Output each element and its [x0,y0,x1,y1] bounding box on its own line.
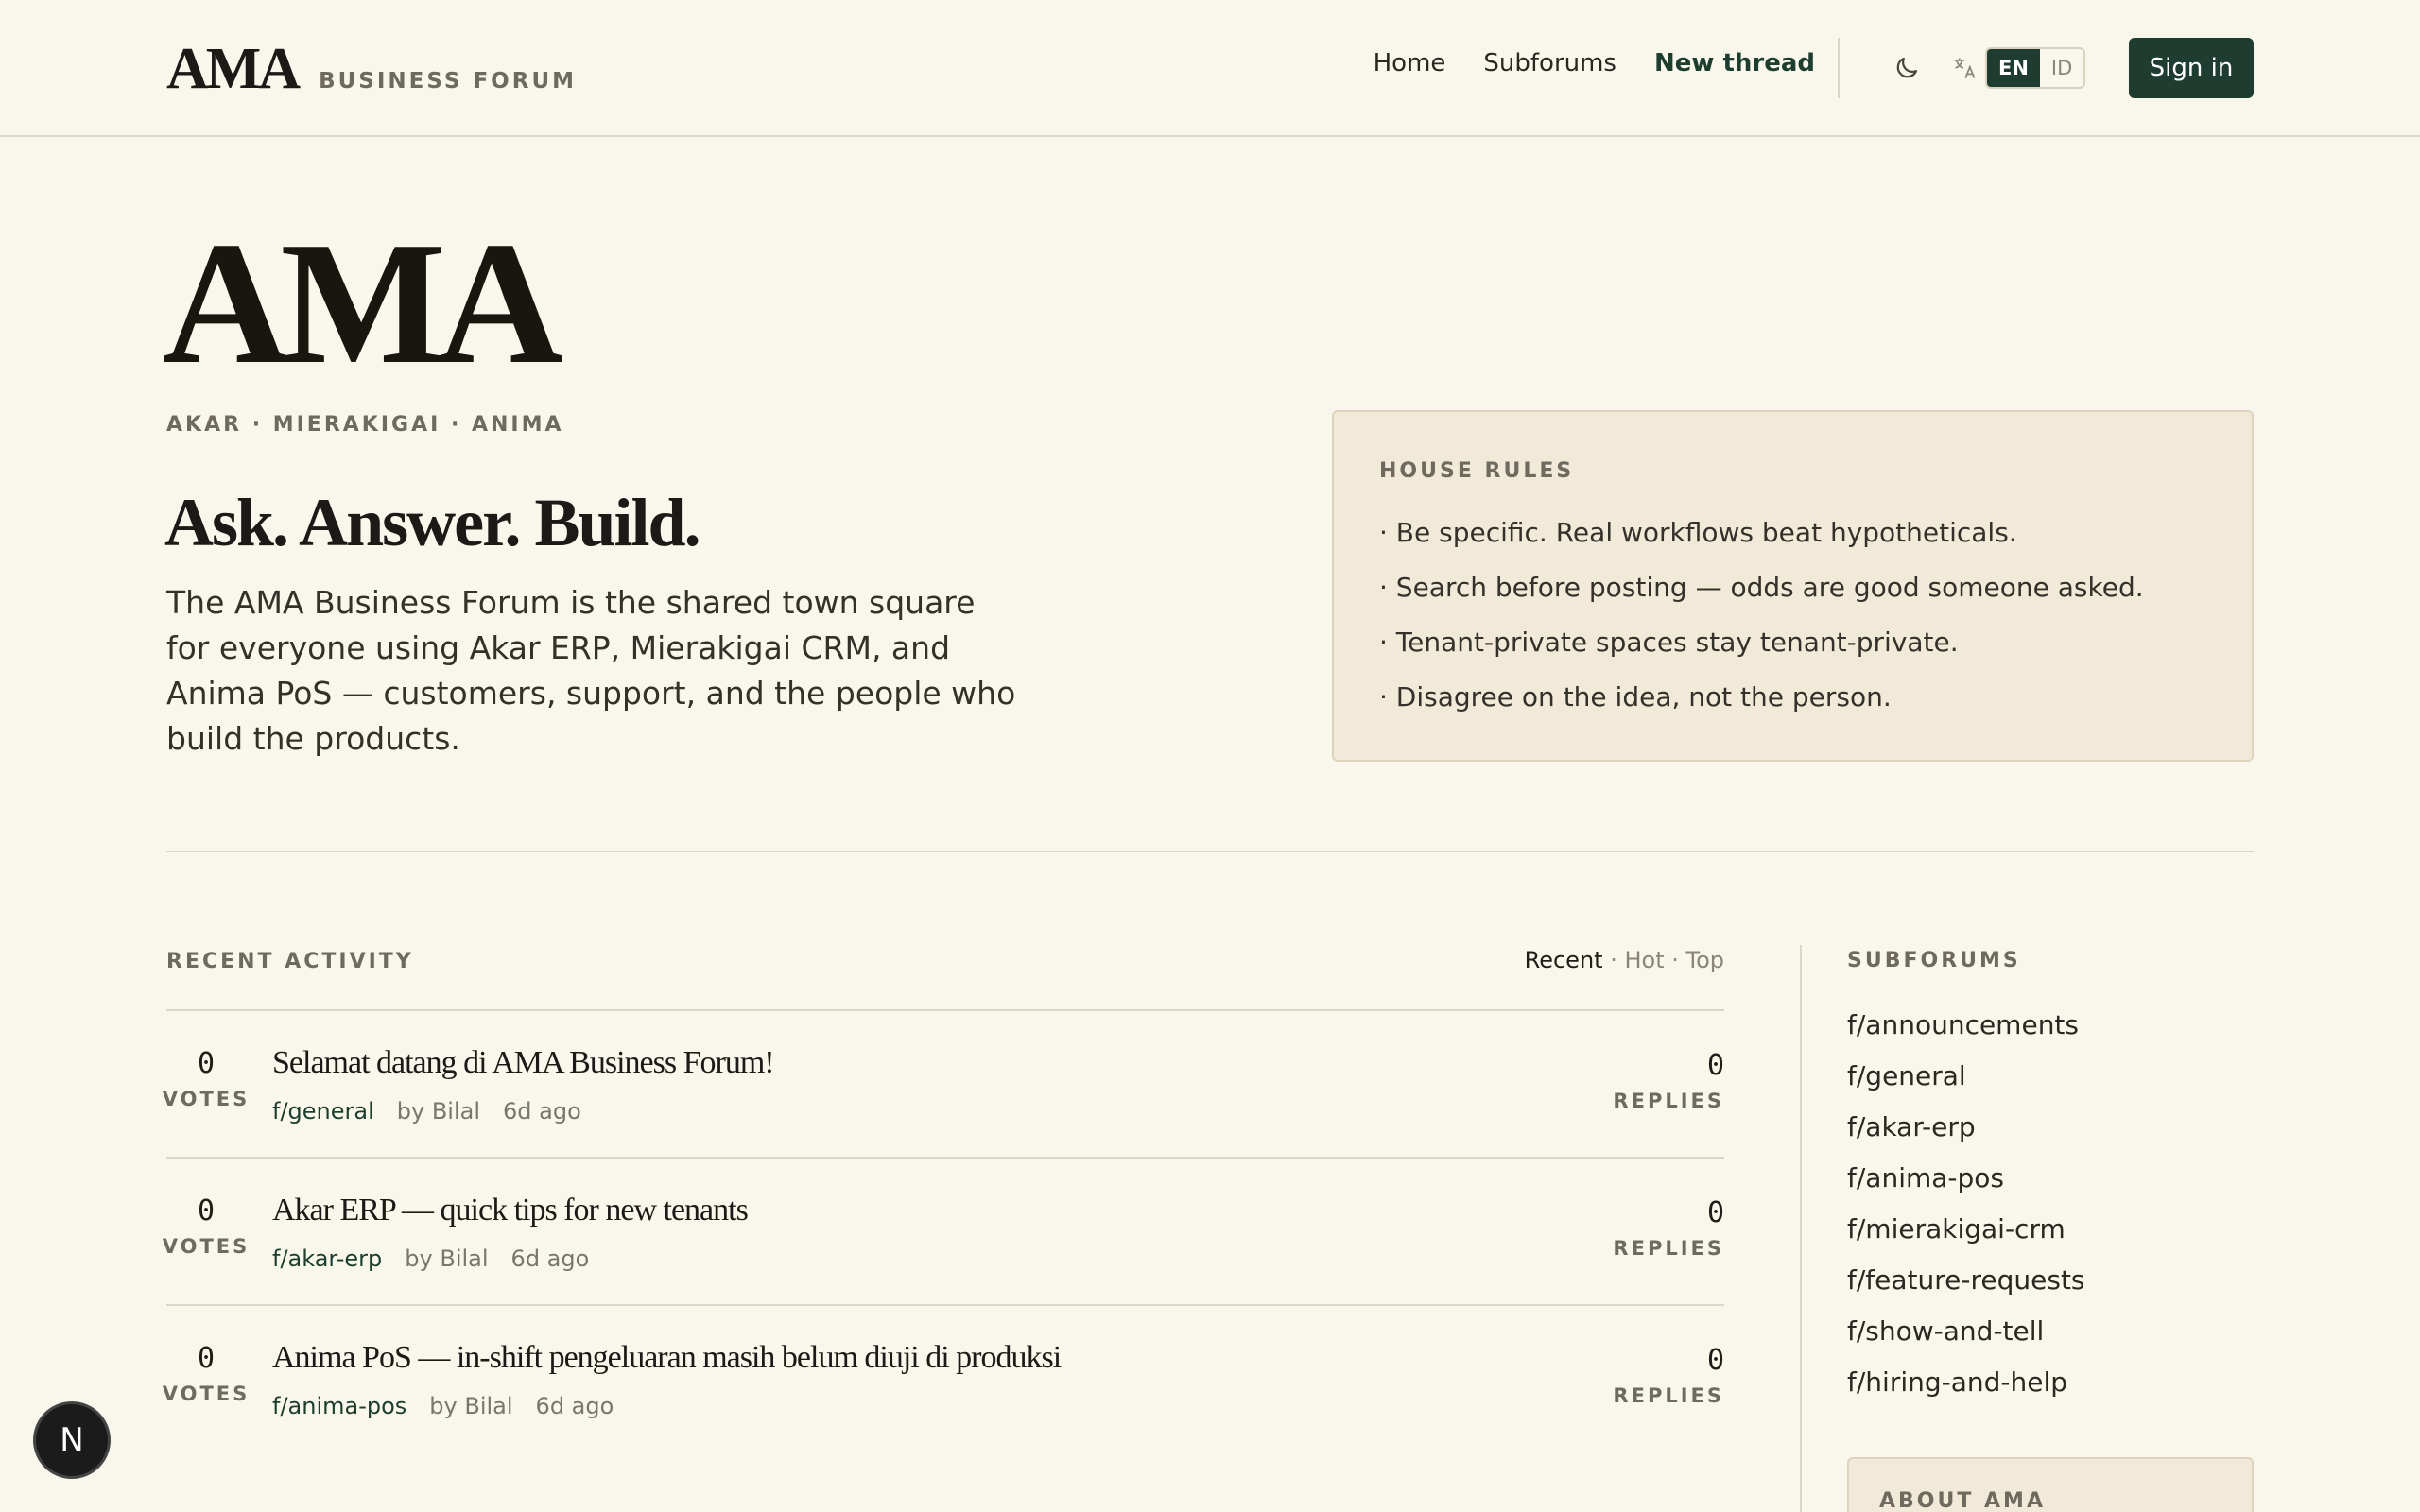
sidebar-divider [1800,945,1802,1512]
sort-options: Recent · Hot · Top [1525,947,1724,973]
thread-time: 6d ago [535,1393,614,1419]
site-header: AMA BUSINESS FORUM Home Subforums New th… [0,0,2420,137]
thread-meta: f/akar-erp by Bilal 6d ago [272,1246,589,1272]
thread-author: by Bilal [396,1098,481,1125]
sort-separator: · [1602,947,1625,973]
moon-icon[interactable] [1893,54,1921,82]
thread-title[interactable]: Akar ERP — quick tips for new tenants [272,1193,749,1228]
reply-count: 0 REPLIES [1613,1196,1724,1260]
subforum-link-show-and-tell[interactable]: f/show-and-tell [1847,1306,2085,1357]
reply-number: 0 [1706,1049,1724,1082]
rule-item: · Disagree on the idea, not the person. [1379,681,1892,713]
votes-label: VOTES [162,1088,251,1110]
translate-icon [1954,58,1976,78]
reply-count: 0 REPLIES [1613,1344,1724,1407]
lang-id[interactable]: ID [2040,49,2083,87]
vote-count[interactable]: 0 VOTES [161,1047,251,1110]
nav-divider [1838,38,1840,98]
nav-new-thread[interactable]: New thread [1654,49,1815,77]
subforum-link-anima-pos[interactable]: f/anima-pos [1847,1153,2085,1204]
brand[interactable]: AMA BUSINESS FORUM [166,36,577,103]
subforum-link-hiring-and-help[interactable]: f/hiring-and-help [1847,1357,2085,1408]
rule-item: · Be specific. Real workflows beat hypot… [1379,517,2017,548]
vote-number: 0 [197,1047,216,1080]
hero-description: The AMA Business Forum is the shared tow… [166,584,1016,757]
main-nav: Home Subforums New thread [1374,49,1815,77]
house-rules-card: HOUSE RULES · Be specific. Real workflow… [1332,410,2254,762]
vote-number: 0 [197,1194,216,1228]
thread-time: 6d ago [503,1098,581,1125]
thread-row[interactable]: 0 VOTES Akar ERP — quick tips for new te… [163,1157,1724,1304]
dev-badge[interactable]: N [36,1404,108,1476]
thread-title[interactable]: Anima PoS — in-shift pengeluaran masih b… [272,1340,1062,1376]
thread-subforum-link[interactable]: f/anima-pos [272,1393,406,1419]
vote-number: 0 [197,1342,216,1375]
subforums-title: SUBFORUMS [1847,949,2021,972]
subforum-link-feature-requests[interactable]: f/feature-requests [1847,1255,2085,1306]
subforum-link-akar-erp[interactable]: f/akar-erp [1847,1102,2085,1153]
about-card: ABOUT AMA [1847,1457,2254,1512]
thread-subforum-link[interactable]: f/akar-erp [272,1246,382,1272]
nav-home[interactable]: Home [1374,49,1446,77]
language-toggle: EN ID [1985,47,2086,89]
brand-logo: AMA [166,37,301,101]
vote-count[interactable]: 0 VOTES [161,1194,251,1258]
thread-author: by Bilal [405,1246,489,1272]
thread-title[interactable]: Selamat datang di AMA Business Forum! [272,1045,775,1081]
reply-number: 0 [1706,1344,1724,1377]
replies-label: REPLIES [1613,1384,1724,1407]
recent-activity-title: RECENT ACTIVITY [166,950,414,973]
subforum-link-announcements[interactable]: f/announcements [1847,1000,2085,1051]
reply-number: 0 [1706,1196,1724,1229]
hero-tagline: AKAR · MIERAKIGAI · ANIMA [166,413,564,437]
thread-list: 0 VOTES Selamat datang di AMA Business F… [163,1009,1724,1452]
hero-heading: Ask. Answer. Build. [164,485,701,560]
house-rules-title: HOUSE RULES [1379,459,1575,483]
section-divider [166,850,2254,852]
thread-meta: f/anima-pos by Bilal 6d ago [272,1393,614,1419]
reply-count: 0 REPLIES [1613,1049,1724,1112]
thread-subforum-link[interactable]: f/general [272,1098,374,1125]
sign-in-button[interactable]: Sign in [2129,38,2254,98]
thread-row[interactable]: 0 VOTES Selamat datang di AMA Business F… [163,1009,1724,1157]
vote-count[interactable]: 0 VOTES [161,1342,251,1405]
sort-separator: · [1664,947,1686,973]
sort-recent[interactable]: Recent [1525,947,1603,973]
thread-meta: f/general by Bilal 6d ago [272,1098,581,1125]
subforum-link-general[interactable]: f/general [1847,1051,2085,1102]
replies-label: REPLIES [1613,1090,1724,1112]
nav-subforums[interactable]: Subforums [1483,49,1616,77]
thread-author: by Bilal [429,1393,513,1419]
votes-label: VOTES [162,1383,251,1405]
sort-hot[interactable]: Hot [1624,947,1664,973]
about-title: ABOUT AMA [1879,1489,2046,1512]
brand-subtitle: BUSINESS FORUM [319,69,578,94]
subforum-link-mierakigai-crm[interactable]: f/mierakigai-crm [1847,1204,2085,1255]
lang-en[interactable]: EN [1987,49,2040,87]
hero-title: AMA [163,206,563,401]
votes-label: VOTES [162,1235,251,1258]
rule-item: · Search before posting — odds are good … [1379,572,2144,603]
thread-row[interactable]: 0 VOTES Anima PoS — in-shift pengeluaran… [163,1304,1724,1452]
rule-item: · Tenant-private spaces stay tenant-priv… [1379,627,1959,658]
subforum-list: f/announcements f/general f/akar-erp f/a… [1847,1000,2085,1408]
thread-time: 6d ago [510,1246,590,1272]
replies-label: REPLIES [1613,1237,1724,1260]
sort-top[interactable]: Top [1686,947,1725,973]
